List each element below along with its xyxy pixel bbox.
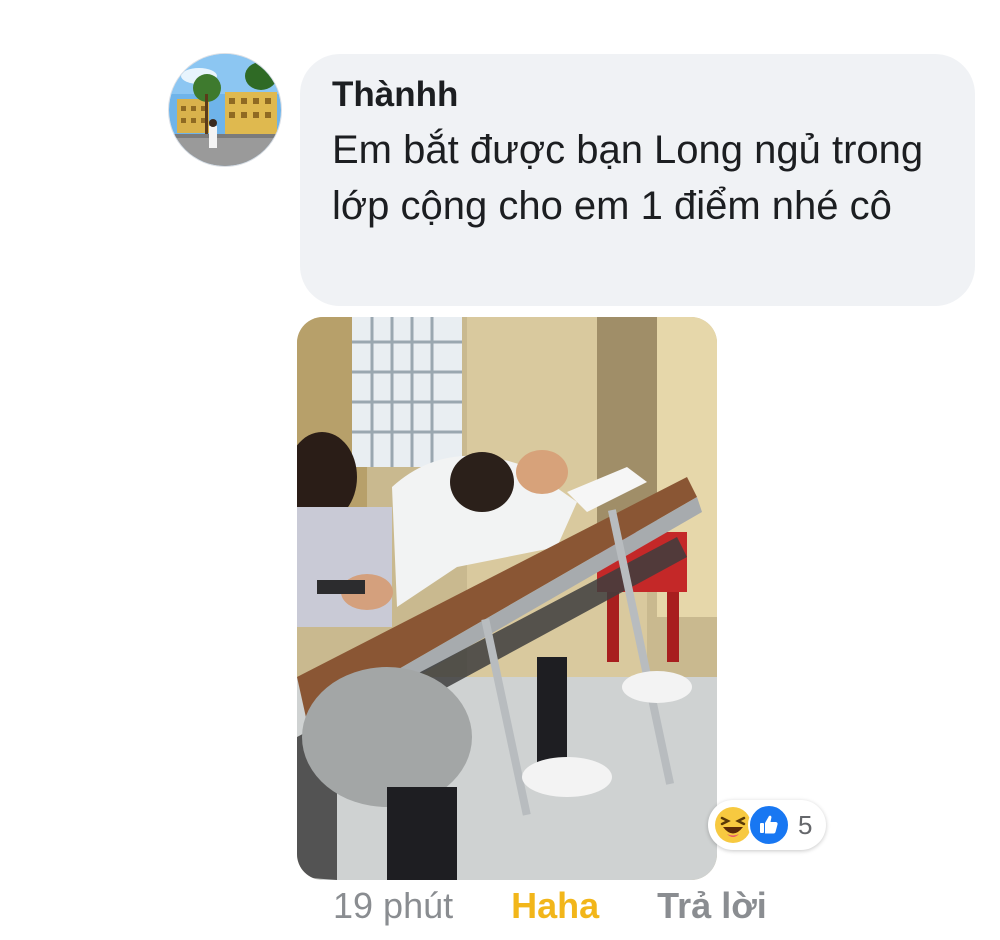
- reaction-button[interactable]: Haha: [511, 884, 599, 928]
- reply-button[interactable]: Trả lời: [657, 884, 767, 928]
- comment-photo[interactable]: [297, 317, 717, 880]
- school-building-avatar-icon: [169, 54, 281, 166]
- comment-timestamp[interactable]: 19 phút: [333, 884, 453, 928]
- comment-actions: 19 phút Haha Trả lời: [333, 884, 767, 928]
- reaction-count: 5: [798, 809, 813, 840]
- reactions-summary[interactable]: 5: [708, 800, 827, 850]
- comment-text: Em bắt được bạn Long ngủ trong lớp cộng …: [332, 128, 924, 228]
- classroom-photo-icon: [297, 317, 717, 880]
- like-icon: [748, 804, 790, 846]
- comment-author[interactable]: Thànhh: [332, 74, 939, 116]
- comment-bubble: Thànhh Em bắt được bạn Long ngủ trong lớ…: [300, 54, 975, 306]
- avatar[interactable]: [168, 53, 282, 167]
